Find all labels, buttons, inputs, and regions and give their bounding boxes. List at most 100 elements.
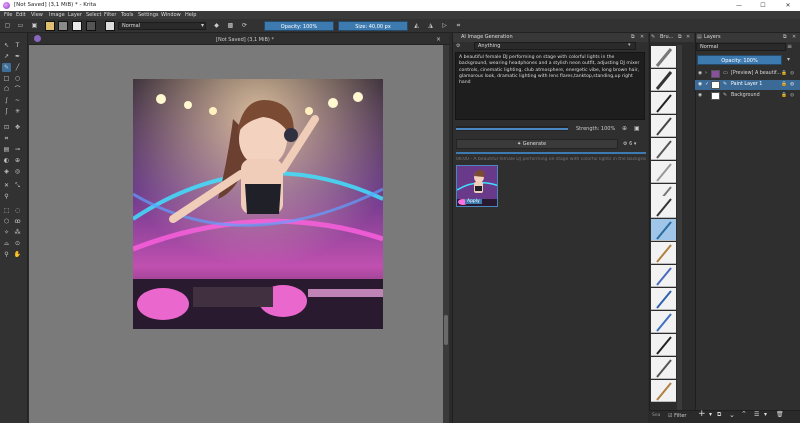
menu-edit[interactable]: Edit [16,12,26,18]
new-document-icon[interactable]: ▢ [3,22,12,30]
similar-select-icon[interactable]: ⁂ [13,228,22,237]
brush-scrollbar[interactable] [677,45,682,415]
batch-count-select[interactable]: ⚙ 6 ▾ [623,141,636,147]
image-settings-icon[interactable]: ▣ [634,125,640,132]
polygonal-select-icon[interactable]: ⬡ [2,217,11,226]
scrollbar-thumb[interactable] [444,315,448,345]
rectangle-tool-icon[interactable]: □ [2,74,11,83]
brush-preset-1[interactable] [651,46,676,68]
freehand-select-icon[interactable]: ꝏ [13,217,22,226]
edit-shapes-icon[interactable]: ↗ [2,52,11,61]
brush-preset-6[interactable] [651,161,676,183]
menu-image[interactable]: Image [49,12,65,18]
polygon-tool-icon[interactable]: ⬠ [2,85,11,94]
rectangular-select-icon[interactable]: ⬚ [2,206,11,215]
float-panel-icon[interactable]: ⧉ [678,34,682,40]
color-picker-icon[interactable]: ⊸ [13,145,22,154]
layer-opacity-slider[interactable]: Opacity: 100% [697,55,782,65]
menu-filter[interactable]: Filter [104,12,116,18]
brush-preset-13[interactable] [651,311,676,333]
brush-preset-16[interactable] [651,380,676,402]
line-tool-icon[interactable]: ╱ [13,63,22,72]
document-close-icon[interactable]: × [436,36,441,43]
canvas-vertical-scrollbar[interactable] [443,45,449,423]
alpha-lock-icon[interactable]: ◍ [790,91,794,101]
enclose-fill-icon[interactable]: ◎ [13,167,22,176]
brush-preset-12[interactable] [651,288,676,310]
control-layer-icon[interactable]: ⊕ [622,125,627,132]
reload-preset-icon[interactable]: ⟳ [240,22,249,30]
pan-tool-icon[interactable]: ✋ [13,250,22,259]
move-down-icon[interactable]: ⌄ [729,411,735,419]
brush-preset-11[interactable] [651,265,676,287]
assistant-tool-icon[interactable]: ✕ [2,181,11,190]
lock-icon[interactable]: 🔒 [781,91,787,101]
chevron-down-icon[interactable]: ▾ [764,411,767,418]
move-tool-icon[interactable]: ✥ [13,123,22,132]
brush-preset-14[interactable] [651,334,676,356]
lock-icon[interactable]: 🔒 [781,80,787,90]
brush-preset-4[interactable] [651,115,676,137]
brush-preset-15[interactable] [651,357,676,379]
measure-tool-icon[interactable]: ⤡ [13,181,22,190]
freehand-path-icon[interactable]: ~ [13,96,22,105]
gradient-tool-icon[interactable]: ▤ [2,145,11,154]
crop-icon[interactable]: ⌗ [454,22,463,30]
brush-preset-2[interactable] [651,69,676,91]
elliptical-select-icon[interactable]: ◌ [13,206,22,215]
layer-row[interactable]: ◉ ✓ ✎ Paint Layer 1 🔒 ◍ [695,80,800,90]
eye-icon[interactable]: ◉ [698,80,702,90]
eye-icon[interactable]: ◉ [698,91,702,101]
magnetic-select-icon[interactable]: ⊙ [13,239,22,248]
preserve-alpha-icon[interactable]: ▩ [226,22,235,30]
menu-window[interactable]: Window [161,12,181,18]
wrap-around-icon[interactable]: ▷ [440,22,449,30]
layer-row[interactable]: ◉ ✎ Background 🔒 ◍ [695,91,800,101]
mirror-horizontal-icon[interactable]: ◭ [412,22,421,30]
smart-patch-icon[interactable]: ⊕ [13,156,22,165]
size-slider[interactable]: Size: 40,00 px [338,21,408,31]
contiguous-select-icon[interactable]: ✧ [2,228,11,237]
maximize-button[interactable]: ☐ [754,1,772,10]
eraser-mode-icon[interactable]: ◆ [212,22,221,30]
transform-tool-icon[interactable]: ⊡ [2,123,11,132]
open-document-icon[interactable]: ▭ [16,22,25,30]
prompt-textarea[interactable]: A beautiful female DJ performing on stag… [455,52,645,120]
close-panel-icon[interactable]: ✕ [640,34,644,40]
foreground-color-swatch[interactable] [45,21,55,31]
dynamic-brush-icon[interactable]: ʃ [2,107,11,116]
text-tool-icon[interactable]: T [13,41,22,50]
layer-filter-icon[interactable]: ≡ [787,43,792,50]
close-button[interactable]: ✕ [779,1,797,10]
brush-preset-10[interactable] [651,242,676,264]
polyline-tool-icon[interactable]: ⌒ [13,85,22,94]
blend-mode-select[interactable]: Normal [118,22,206,30]
menu-settings[interactable]: Settings [138,12,159,18]
brush-preset-selected[interactable] [651,219,676,241]
layer-settings-icon[interactable]: ▾ [787,56,790,63]
brush-tool-icon[interactable]: ✎ [2,63,11,72]
menu-select[interactable]: Select [86,12,101,18]
delete-layer-icon[interactable]: 🗑 [776,411,784,418]
minimize-button[interactable]: — [730,1,748,10]
menu-tools[interactable]: Tools [121,12,133,18]
menu-help[interactable]: Help [185,12,196,18]
brush-preset-8[interactable] [651,196,676,218]
fill-tool-icon[interactable]: ◈ [2,167,11,176]
bezier-tool-icon[interactable]: ∫ [2,96,11,105]
brush-preset-5[interactable] [651,138,676,160]
add-layer-icon[interactable]: + [698,409,706,419]
model-select[interactable]: Anything [474,42,636,50]
select-shapes-icon[interactable]: ↖ [2,41,11,50]
filter-checkbox[interactable]: ☑ Filter [668,413,686,419]
duplicate-layer-icon[interactable]: ⧉ [717,411,721,419]
lock-icon[interactable]: 🔒 [781,69,787,79]
reference-images-icon[interactable]: ⚲ [2,192,11,201]
menu-file[interactable]: File [4,12,12,18]
fill-pattern-swatch[interactable] [72,21,82,31]
bezier-select-icon[interactable]: ⌓ [2,239,11,248]
calligraphy-icon[interactable]: ✒ [13,52,22,61]
document-tab[interactable]: [Not Saved] (3,1 MiB) * × [29,33,449,45]
generate-button[interactable]: ✦ Generate [456,139,618,149]
layer-blend-mode-select[interactable]: Normal [696,43,786,51]
